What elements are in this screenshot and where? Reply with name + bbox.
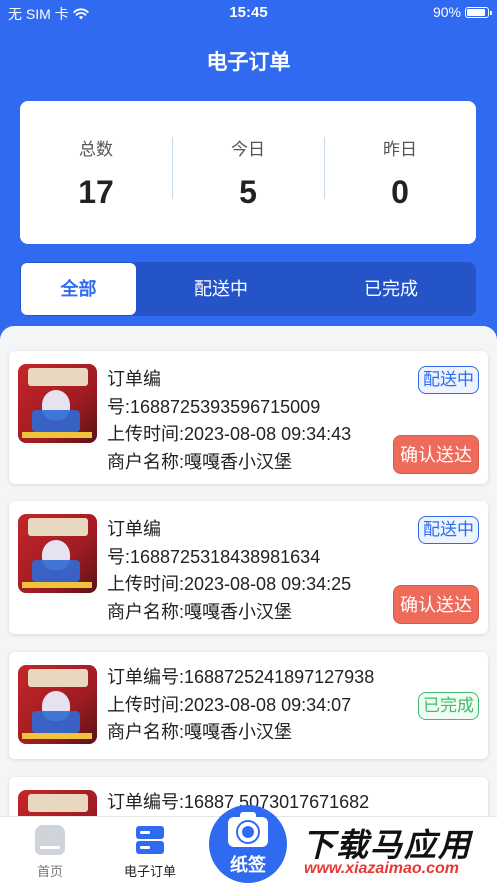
stat-label: 昨日	[383, 139, 417, 159]
order-card[interactable]: 订单编号:1688725241897127938 上传时间:2023-08-08…	[9, 652, 488, 759]
stat-yesterday: 昨日 0	[324, 135, 476, 211]
order-card[interactable]: 订单编 号:1688725318438981634 上传时间:2023-08-0…	[9, 501, 488, 634]
stat-label: 总数	[79, 139, 113, 159]
upload-time: 上传时间:2023-08-08 09:34:25	[107, 574, 352, 594]
nav-orders-label: 电子订单	[123, 864, 176, 879]
merchant-name: 商户名称:嘎嘎香小汉堡	[107, 601, 292, 622]
tab-delivering[interactable]: 配送中	[136, 262, 306, 316]
stat-total: 总数 17	[20, 135, 172, 211]
merchant-name: 商户名称:嘎嘎香小汉堡	[107, 451, 292, 472]
order-number: 号:1688725393596715009	[107, 396, 321, 417]
camera-label: 纸签	[230, 855, 266, 875]
status-time: 15:45	[229, 4, 268, 21]
camera-icon	[228, 812, 268, 847]
server-list-icon	[135, 825, 165, 855]
order-number: 订单编号:1688725241897127938	[107, 667, 375, 687]
battery-level	[467, 8, 485, 16]
status-badge: 已完成	[418, 692, 479, 720]
order-info: 订单编 号:1688725318438981634 上传时间:2023-08-0…	[107, 516, 351, 626]
order-info: 订单编号:1688725241897127938 上传时间:2023-08-08…	[107, 664, 374, 747]
nav-orders[interactable]: 电子订单	[110, 825, 190, 880]
upload-time: 上传时间:2023-08-08 09:34:43	[107, 424, 352, 444]
confirm-delivery-button[interactable]: 确认送达	[393, 435, 479, 474]
home-icon	[35, 825, 65, 855]
order-number: 号:1688725318438981634	[107, 546, 321, 567]
order-thumbnail	[18, 364, 97, 443]
status-badge: 配送中	[418, 516, 479, 544]
stat-value: 0	[391, 173, 409, 210]
stat-label: 今日	[231, 139, 265, 159]
battery-percent: 90%	[432, 4, 461, 20]
status-tabs: 全部 配送中 已完成	[20, 262, 476, 316]
order-thumbnail	[18, 514, 97, 593]
watermark-logo: 下载马应用 www.xiazaimao.com	[298, 818, 495, 882]
camera-button[interactable]: 纸签	[209, 805, 287, 883]
status-badge: 配送中	[418, 366, 479, 394]
order-card[interactable]: 订单编 号:1688725393596715009 上传时间:2023-08-0…	[9, 351, 488, 484]
merchant-name: 商户名称:嘎嘎香小汉堡	[107, 722, 292, 742]
tab-completed[interactable]: 已完成	[306, 262, 476, 316]
stat-value: 5	[239, 173, 257, 210]
stat-today: 今日 5	[172, 135, 324, 211]
order-thumbnail	[18, 665, 97, 744]
nav-home-label: 首页	[36, 864, 63, 879]
battery-icon	[465, 6, 492, 18]
order-info: 订单编 号:1688725393596715009 上传时间:2023-08-0…	[107, 366, 351, 476]
watermark-url: www.xiazaimao.com	[304, 860, 460, 877]
status-right: 90%	[432, 4, 492, 20]
stats-card: 总数 17 今日 5 昨日 0	[20, 101, 476, 244]
status-bar: 无 SIM 卡 15:45 90%	[0, 0, 497, 26]
nav-home[interactable]: 首页	[10, 825, 90, 880]
confirm-delivery-button[interactable]: 确认送达	[393, 585, 479, 624]
page-title: 电子订单	[206, 51, 291, 74]
tab-all[interactable]: 全部	[21, 263, 136, 315]
order-thumbnail	[18, 790, 97, 816]
order-number-label: 订单编	[107, 519, 161, 539]
stat-value: 17	[78, 173, 114, 210]
order-number-label: 订单编	[107, 369, 161, 389]
order-list[interactable]: 订单编 号:1688725393596715009 上传时间:2023-08-0…	[0, 326, 497, 816]
upload-time: 上传时间:2023-08-08 09:34:07	[107, 694, 352, 715]
